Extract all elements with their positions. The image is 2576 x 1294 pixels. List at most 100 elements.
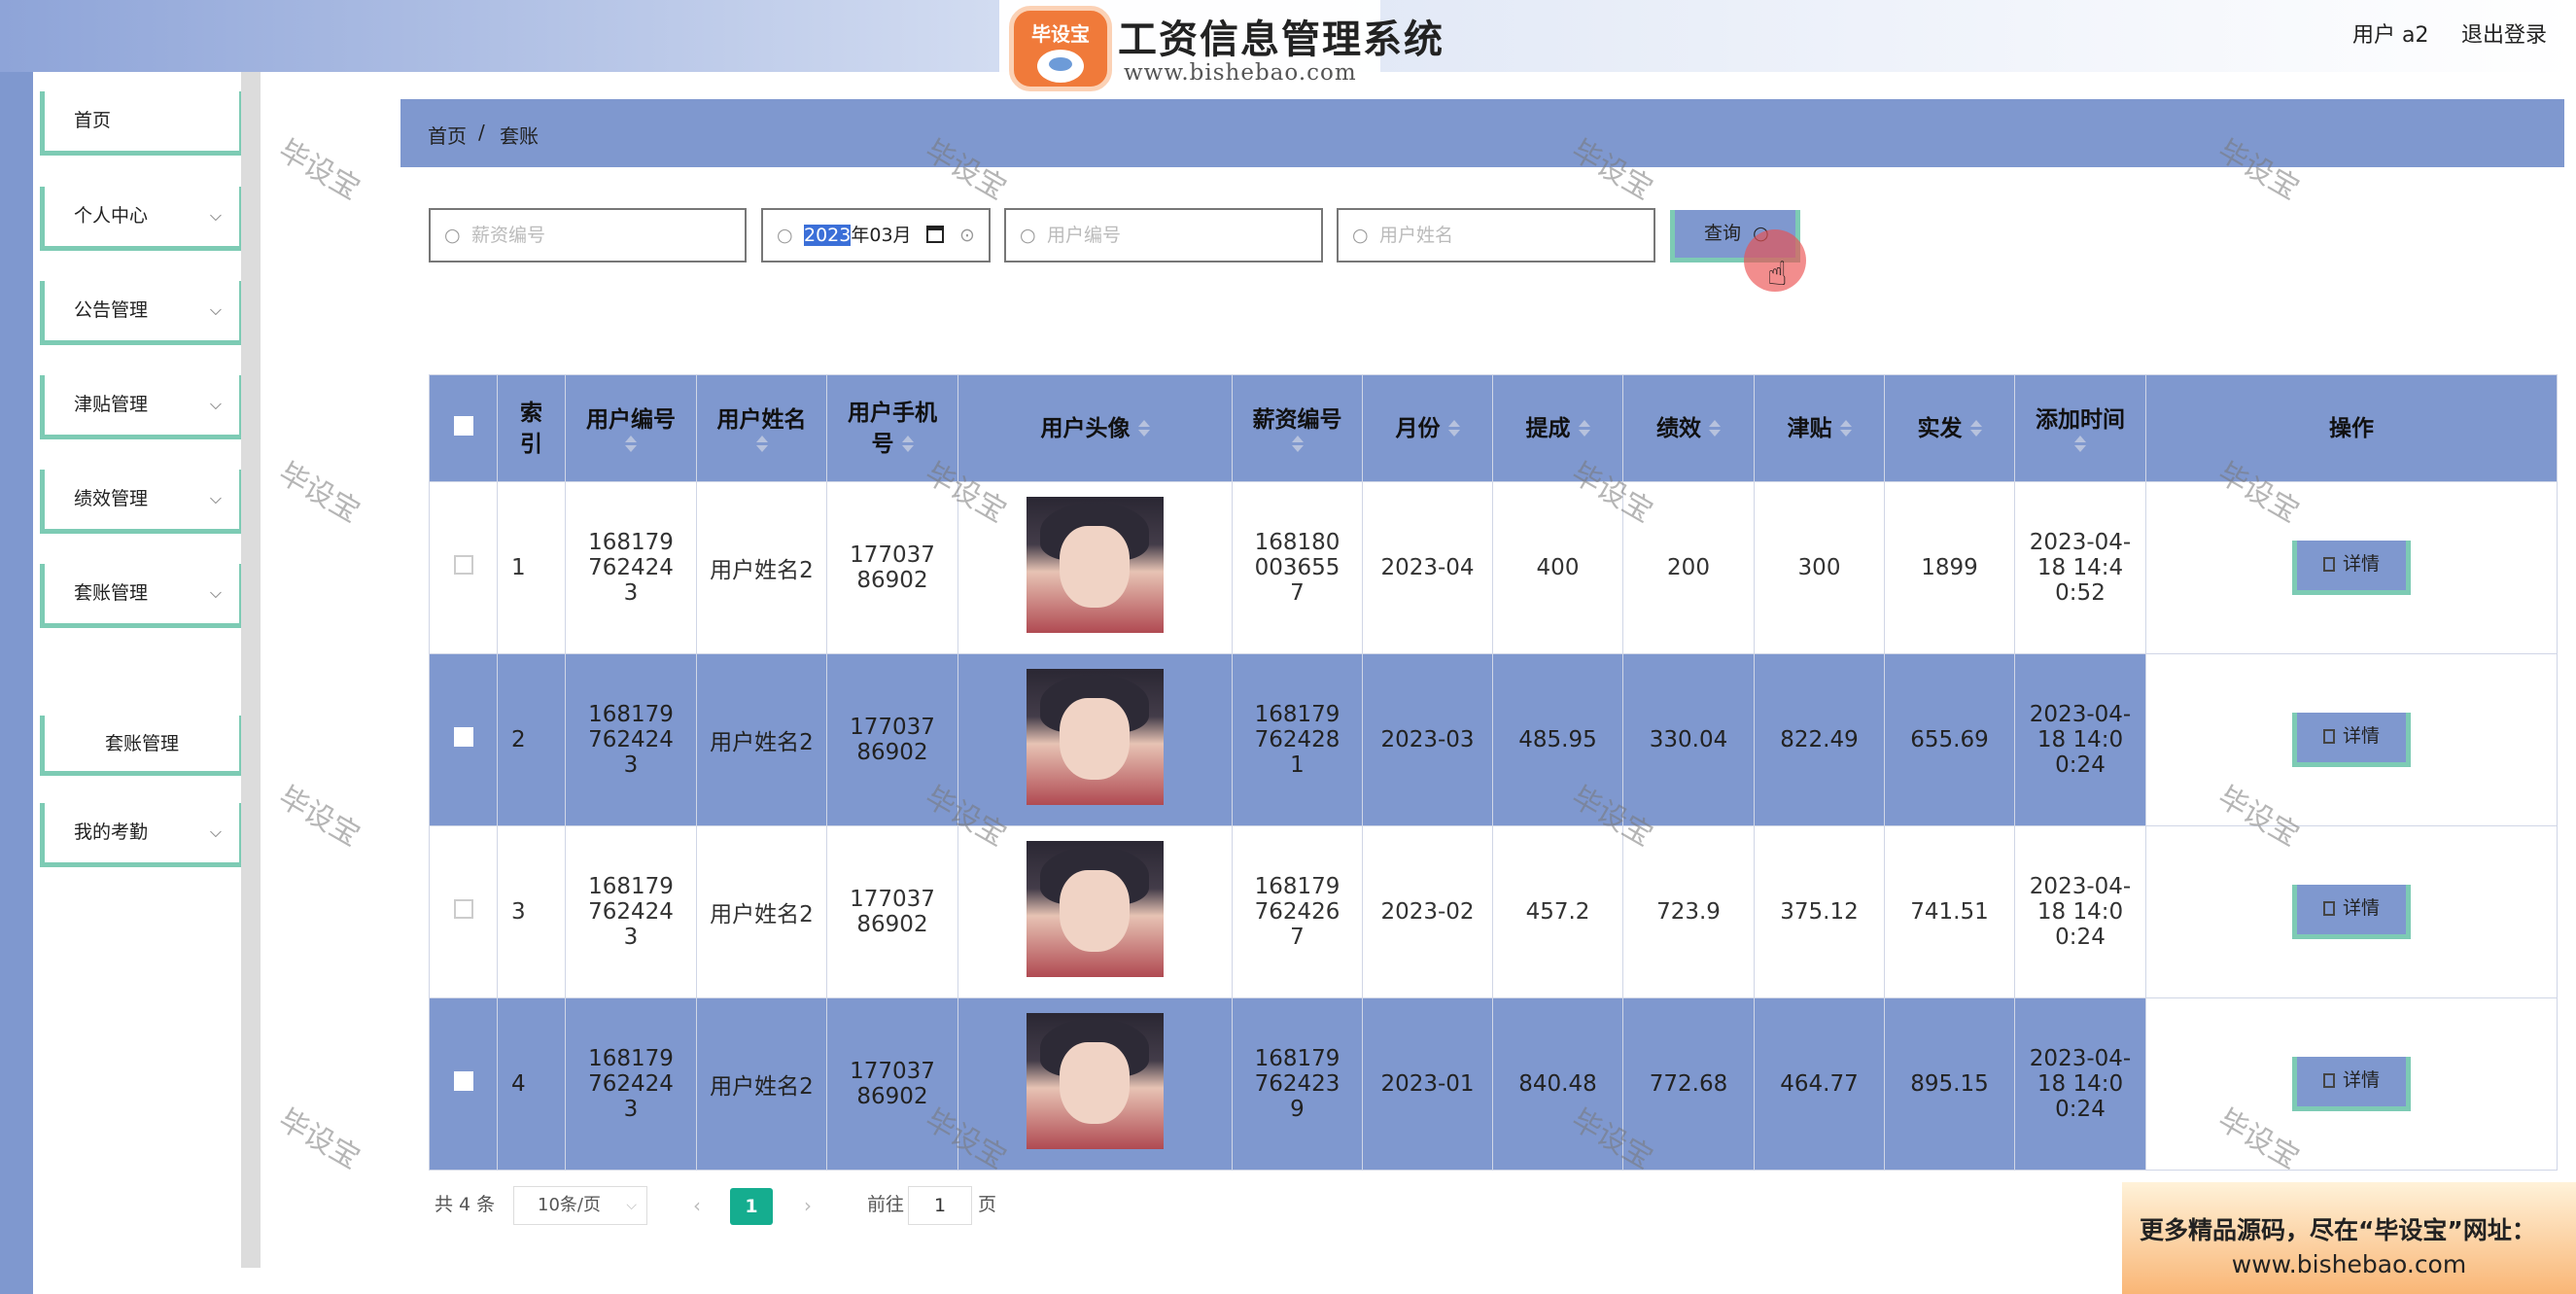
sidebar-item-allowance[interactable]: 津贴管理 ⌵ xyxy=(40,375,244,439)
cell-phone: 17703786902 xyxy=(826,481,958,654)
cell-commission: 400 xyxy=(1492,481,1623,654)
sidebar-subitem-ledger-management[interactable]: 套账管理 xyxy=(40,716,244,776)
page-number-current[interactable]: 1 xyxy=(730,1188,773,1225)
sidebar-item-label: 个人中心 xyxy=(74,205,149,227)
user-name-placeholder: 用户姓名 xyxy=(1379,225,1454,246)
search-icon: ○ xyxy=(777,225,793,246)
cell-month: 2023-02 xyxy=(1362,825,1493,998)
sort-icon[interactable] xyxy=(1839,420,1852,437)
header-performance[interactable]: 绩效 xyxy=(1622,374,1755,482)
sort-icon[interactable] xyxy=(901,436,914,453)
header-avatar[interactable]: 用户头像 xyxy=(957,374,1233,482)
header-label: 添加时间 xyxy=(2036,406,2125,433)
detail-button[interactable]: 详情 xyxy=(2292,885,2411,939)
clear-icon[interactable]: ⊙ xyxy=(959,210,975,261)
sidebar-item-ledger[interactable]: 套账管理 ⌵ xyxy=(40,564,244,628)
detail-button[interactable]: 详情 xyxy=(2292,1057,2411,1111)
chevron-down-icon: ⌵ xyxy=(209,206,222,225)
header-label: 薪资编号 xyxy=(1252,406,1342,433)
page-size-value: 10条/页 xyxy=(538,1195,601,1215)
month-picker[interactable]: ○ 2023年03月 ⊙ xyxy=(761,208,991,262)
detail-button[interactable]: 详情 xyxy=(2292,541,2411,595)
prev-page-button[interactable]: ‹ xyxy=(678,1186,716,1225)
header-label: 津贴 xyxy=(1787,415,1832,441)
cell-actions: 详情 xyxy=(2145,825,2558,998)
logo-url: www.bishebao.com xyxy=(1124,60,1357,86)
cell-avatar xyxy=(957,997,1233,1171)
calendar-icon[interactable] xyxy=(926,226,944,243)
header-commission[interactable]: 提成 xyxy=(1492,374,1623,482)
user-no-input[interactable]: ○ 用户编号 xyxy=(1004,208,1323,262)
header-label: 用户姓名 xyxy=(716,406,807,433)
header-actual[interactable]: 实发 xyxy=(1884,374,2015,482)
header-allowance[interactable]: 津贴 xyxy=(1754,374,1885,482)
cell-user-name: 用户姓名2 xyxy=(696,825,827,998)
cell-user-no: 1681797624243 xyxy=(565,825,697,998)
table-row: 3 1681797624243 用户姓名2 17703786902 168179… xyxy=(429,825,2558,998)
sidebar-item-personal-center[interactable]: 个人中心 ⌵ xyxy=(40,187,244,251)
detail-button[interactable]: 详情 xyxy=(2292,713,2411,767)
salary-no-input[interactable]: ○ 薪资编号 xyxy=(429,208,747,262)
sidebar-scrollbar[interactable] xyxy=(241,72,261,1268)
user-avatar[interactable] xyxy=(1027,841,1164,977)
detail-label: 详情 xyxy=(2342,553,2380,575)
sort-icon[interactable] xyxy=(625,435,637,453)
user-name-input[interactable]: ○ 用户姓名 xyxy=(1337,208,1655,262)
header-salary-no[interactable]: 薪资编号 xyxy=(1232,374,1363,482)
sidebar-item-notice[interactable]: 公告管理 ⌵ xyxy=(40,281,244,345)
cell-added-time: 2023-04-18 14:00:24 xyxy=(2014,653,2146,826)
header-phone[interactable]: 用户手机号 xyxy=(826,374,958,482)
next-page-button[interactable]: › xyxy=(788,1186,827,1225)
cell-month: 2023-03 xyxy=(1362,653,1493,826)
sort-icon[interactable] xyxy=(1447,420,1460,437)
sidebar-item-performance[interactable]: 绩效管理 ⌵ xyxy=(40,470,244,534)
search-icon: ○ xyxy=(444,225,461,246)
header-user-name[interactable]: 用户姓名 xyxy=(696,374,827,482)
sort-icon[interactable] xyxy=(1291,435,1304,453)
watermark: 毕设宝 xyxy=(272,456,366,530)
header-month[interactable]: 月份 xyxy=(1362,374,1493,482)
sidebar-item-home[interactable]: 首页 xyxy=(40,91,244,156)
month-segment: 年03月 xyxy=(851,225,912,246)
cell-avatar xyxy=(957,825,1233,998)
sidebar-item-attendance[interactable]: 我的考勤 ⌵ xyxy=(40,803,244,867)
breadcrumb-home[interactable]: 首页 xyxy=(428,121,467,149)
goto-page-input[interactable]: 1 xyxy=(908,1186,972,1225)
chevron-down-icon: ⌵ xyxy=(209,300,222,319)
sort-icon[interactable] xyxy=(1709,420,1721,437)
page-size-select[interactable]: 10条/页 ⌵ xyxy=(513,1186,647,1225)
row-checkbox[interactable] xyxy=(453,727,473,747)
table-row: 4 1681797624243 用户姓名2 17703786902 168179… xyxy=(429,997,2558,1171)
user-avatar[interactable] xyxy=(1027,669,1164,805)
table-row: 1 1681797624243 用户姓名2 17703786902 168180… xyxy=(429,481,2558,654)
row-checkbox[interactable] xyxy=(453,1071,473,1091)
watermark: 毕设宝 xyxy=(272,133,366,207)
sidebar-item-label: 我的考勤 xyxy=(74,822,149,843)
header-user-no[interactable]: 用户编号 xyxy=(565,374,697,482)
cell-month: 2023-04 xyxy=(1362,481,1493,654)
sort-icon[interactable] xyxy=(1969,420,1982,437)
sort-icon[interactable] xyxy=(1578,420,1590,437)
sidebar-item-label: 公告管理 xyxy=(74,299,149,321)
select-all-checkbox[interactable] xyxy=(453,415,473,436)
sort-icon[interactable] xyxy=(2074,435,2086,453)
header-added-time[interactable]: 添加时间 xyxy=(2014,374,2146,482)
user-avatar[interactable] xyxy=(1027,497,1164,633)
ledger-table: 索引 用户编号 用户姓名 用户手机号 用户头像 薪资编号 月份 提成 绩效 津贴… xyxy=(429,374,2558,1171)
header-label: 用户编号 xyxy=(586,406,676,433)
table-row: 2 1681797624243 用户姓名2 17703786902 168179… xyxy=(429,653,2558,826)
row-select-cell xyxy=(429,653,498,826)
cell-user-no: 1681797624243 xyxy=(565,997,697,1171)
sort-icon[interactable] xyxy=(755,435,768,453)
promo-banner: 更多精品源码，尽在“毕设宝”网址： www.bishebao.com xyxy=(2122,1182,2576,1294)
user-avatar[interactable] xyxy=(1027,1013,1164,1149)
document-icon xyxy=(2322,1073,2335,1088)
search-icon: ○ xyxy=(1020,225,1036,246)
cell-index: 4 xyxy=(497,997,566,1171)
row-checkbox[interactable] xyxy=(453,899,473,919)
logout-link[interactable]: 退出登录 xyxy=(2461,17,2547,49)
sort-icon[interactable] xyxy=(1137,420,1150,437)
cell-salary-no: 1681797624267 xyxy=(1232,825,1363,998)
cell-added-time: 2023-04-18 14:00:24 xyxy=(2014,825,2146,998)
row-checkbox[interactable] xyxy=(453,555,473,575)
